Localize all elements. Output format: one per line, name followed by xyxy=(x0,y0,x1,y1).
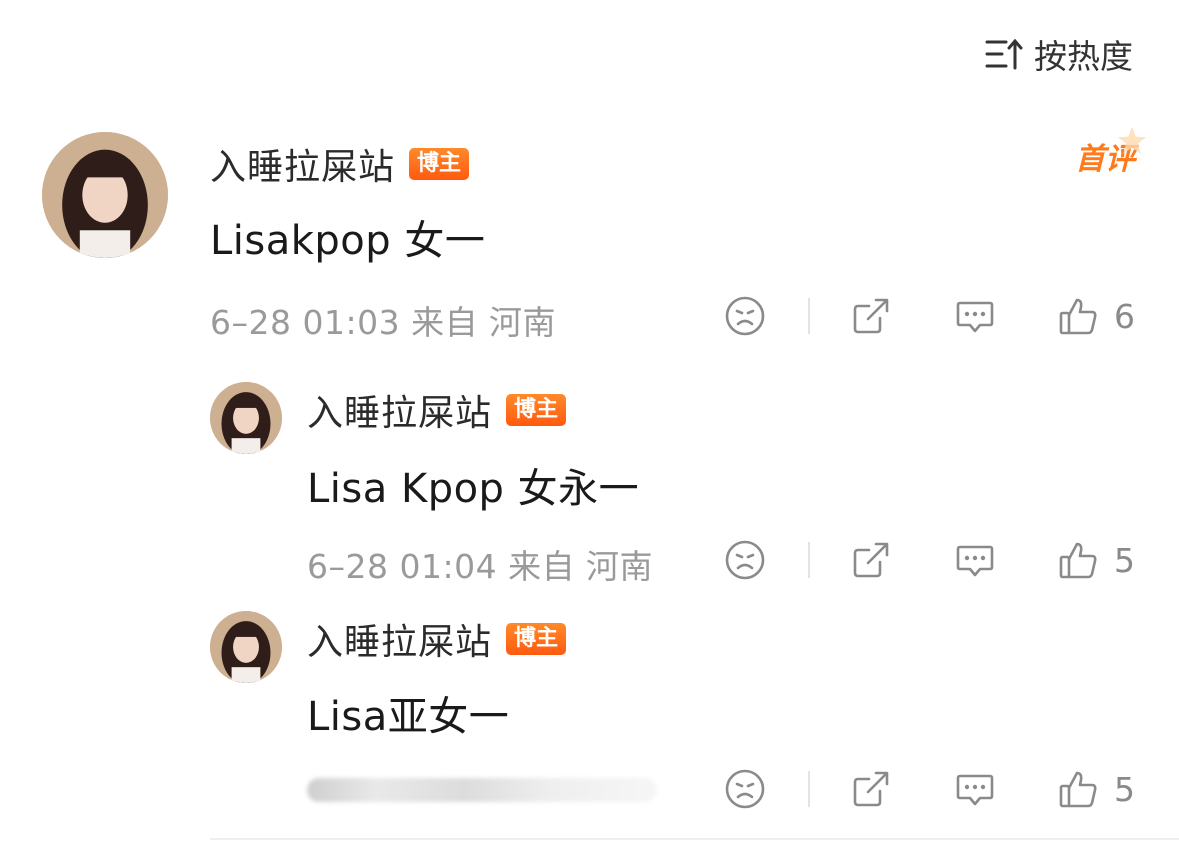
username[interactable]: 入睡拉屎站 xyxy=(307,384,492,436)
blogger-badge: 博主 xyxy=(506,394,567,426)
blogger-badge: 博主 xyxy=(506,623,567,655)
comment-meta-blurred xyxy=(307,778,657,802)
sad-face-icon[interactable] xyxy=(724,539,766,581)
comment-header: 入睡拉屎站 博主 xyxy=(210,138,470,190)
comment-header: 入睡拉屎站 博主 xyxy=(307,613,567,665)
avatar-image xyxy=(42,132,168,258)
share-icon[interactable] xyxy=(850,539,892,581)
comment-header: 入睡拉屎站 博主 xyxy=(307,384,567,436)
comment-list: 按热度 入睡拉屎站 博主 首评 Lisakpop 女一 6–28 01:03 来… xyxy=(0,0,1179,842)
like-count: 5 xyxy=(1114,769,1135,809)
avatar[interactable] xyxy=(210,611,282,683)
divider xyxy=(808,298,810,334)
like-button[interactable]: 5 xyxy=(1058,768,1135,810)
like-count: 6 xyxy=(1114,296,1135,336)
comment-icon[interactable] xyxy=(954,295,996,337)
sad-face-icon[interactable] xyxy=(724,768,766,810)
first-comment-badge: 首评 xyxy=(1075,126,1147,178)
divider xyxy=(808,542,810,578)
like-button[interactable]: 5 xyxy=(1058,539,1135,581)
comment-actions: 5 xyxy=(724,538,1135,582)
divider xyxy=(808,771,810,807)
comment-text: Lisa亚女一 xyxy=(307,694,510,740)
avatar[interactable] xyxy=(42,132,168,258)
comment-icon[interactable] xyxy=(954,539,996,581)
share-icon[interactable] xyxy=(850,768,892,810)
comment-actions: 5 xyxy=(724,767,1135,811)
avatar[interactable] xyxy=(210,382,282,454)
avatar-image xyxy=(210,382,282,454)
comment-text: Lisa Kpop 女永一 xyxy=(307,466,640,512)
blogger-badge: 博主 xyxy=(409,148,470,180)
comment-meta: 6–28 01:03 来自 河南 xyxy=(210,303,557,342)
username[interactable]: 入睡拉屎站 xyxy=(307,613,492,665)
username[interactable]: 入睡拉屎站 xyxy=(210,138,395,190)
avatar-image xyxy=(210,611,282,683)
thumbs-up-icon xyxy=(1059,298,1097,335)
sort-label: 按热度 xyxy=(1034,37,1133,76)
comment-actions: 6 xyxy=(724,294,1135,338)
like-button[interactable]: 6 xyxy=(1058,295,1135,337)
like-count: 5 xyxy=(1114,540,1135,580)
thumbs-up-icon xyxy=(1059,542,1097,579)
divider-line xyxy=(210,838,1179,840)
comment-text: Lisakpop 女一 xyxy=(210,218,486,264)
star-icon xyxy=(1117,126,1147,154)
comment-icon[interactable] xyxy=(954,768,996,810)
thumbs-up-icon xyxy=(1059,771,1097,808)
comment-meta: 6–28 01:04 来自 河南 xyxy=(307,547,654,586)
sort-lines-up-arrow-icon xyxy=(985,38,1023,70)
sad-face-icon[interactable] xyxy=(724,295,766,337)
share-icon[interactable] xyxy=(850,295,892,337)
sort-by-hot-button[interactable]: 按热度 xyxy=(984,30,1133,78)
